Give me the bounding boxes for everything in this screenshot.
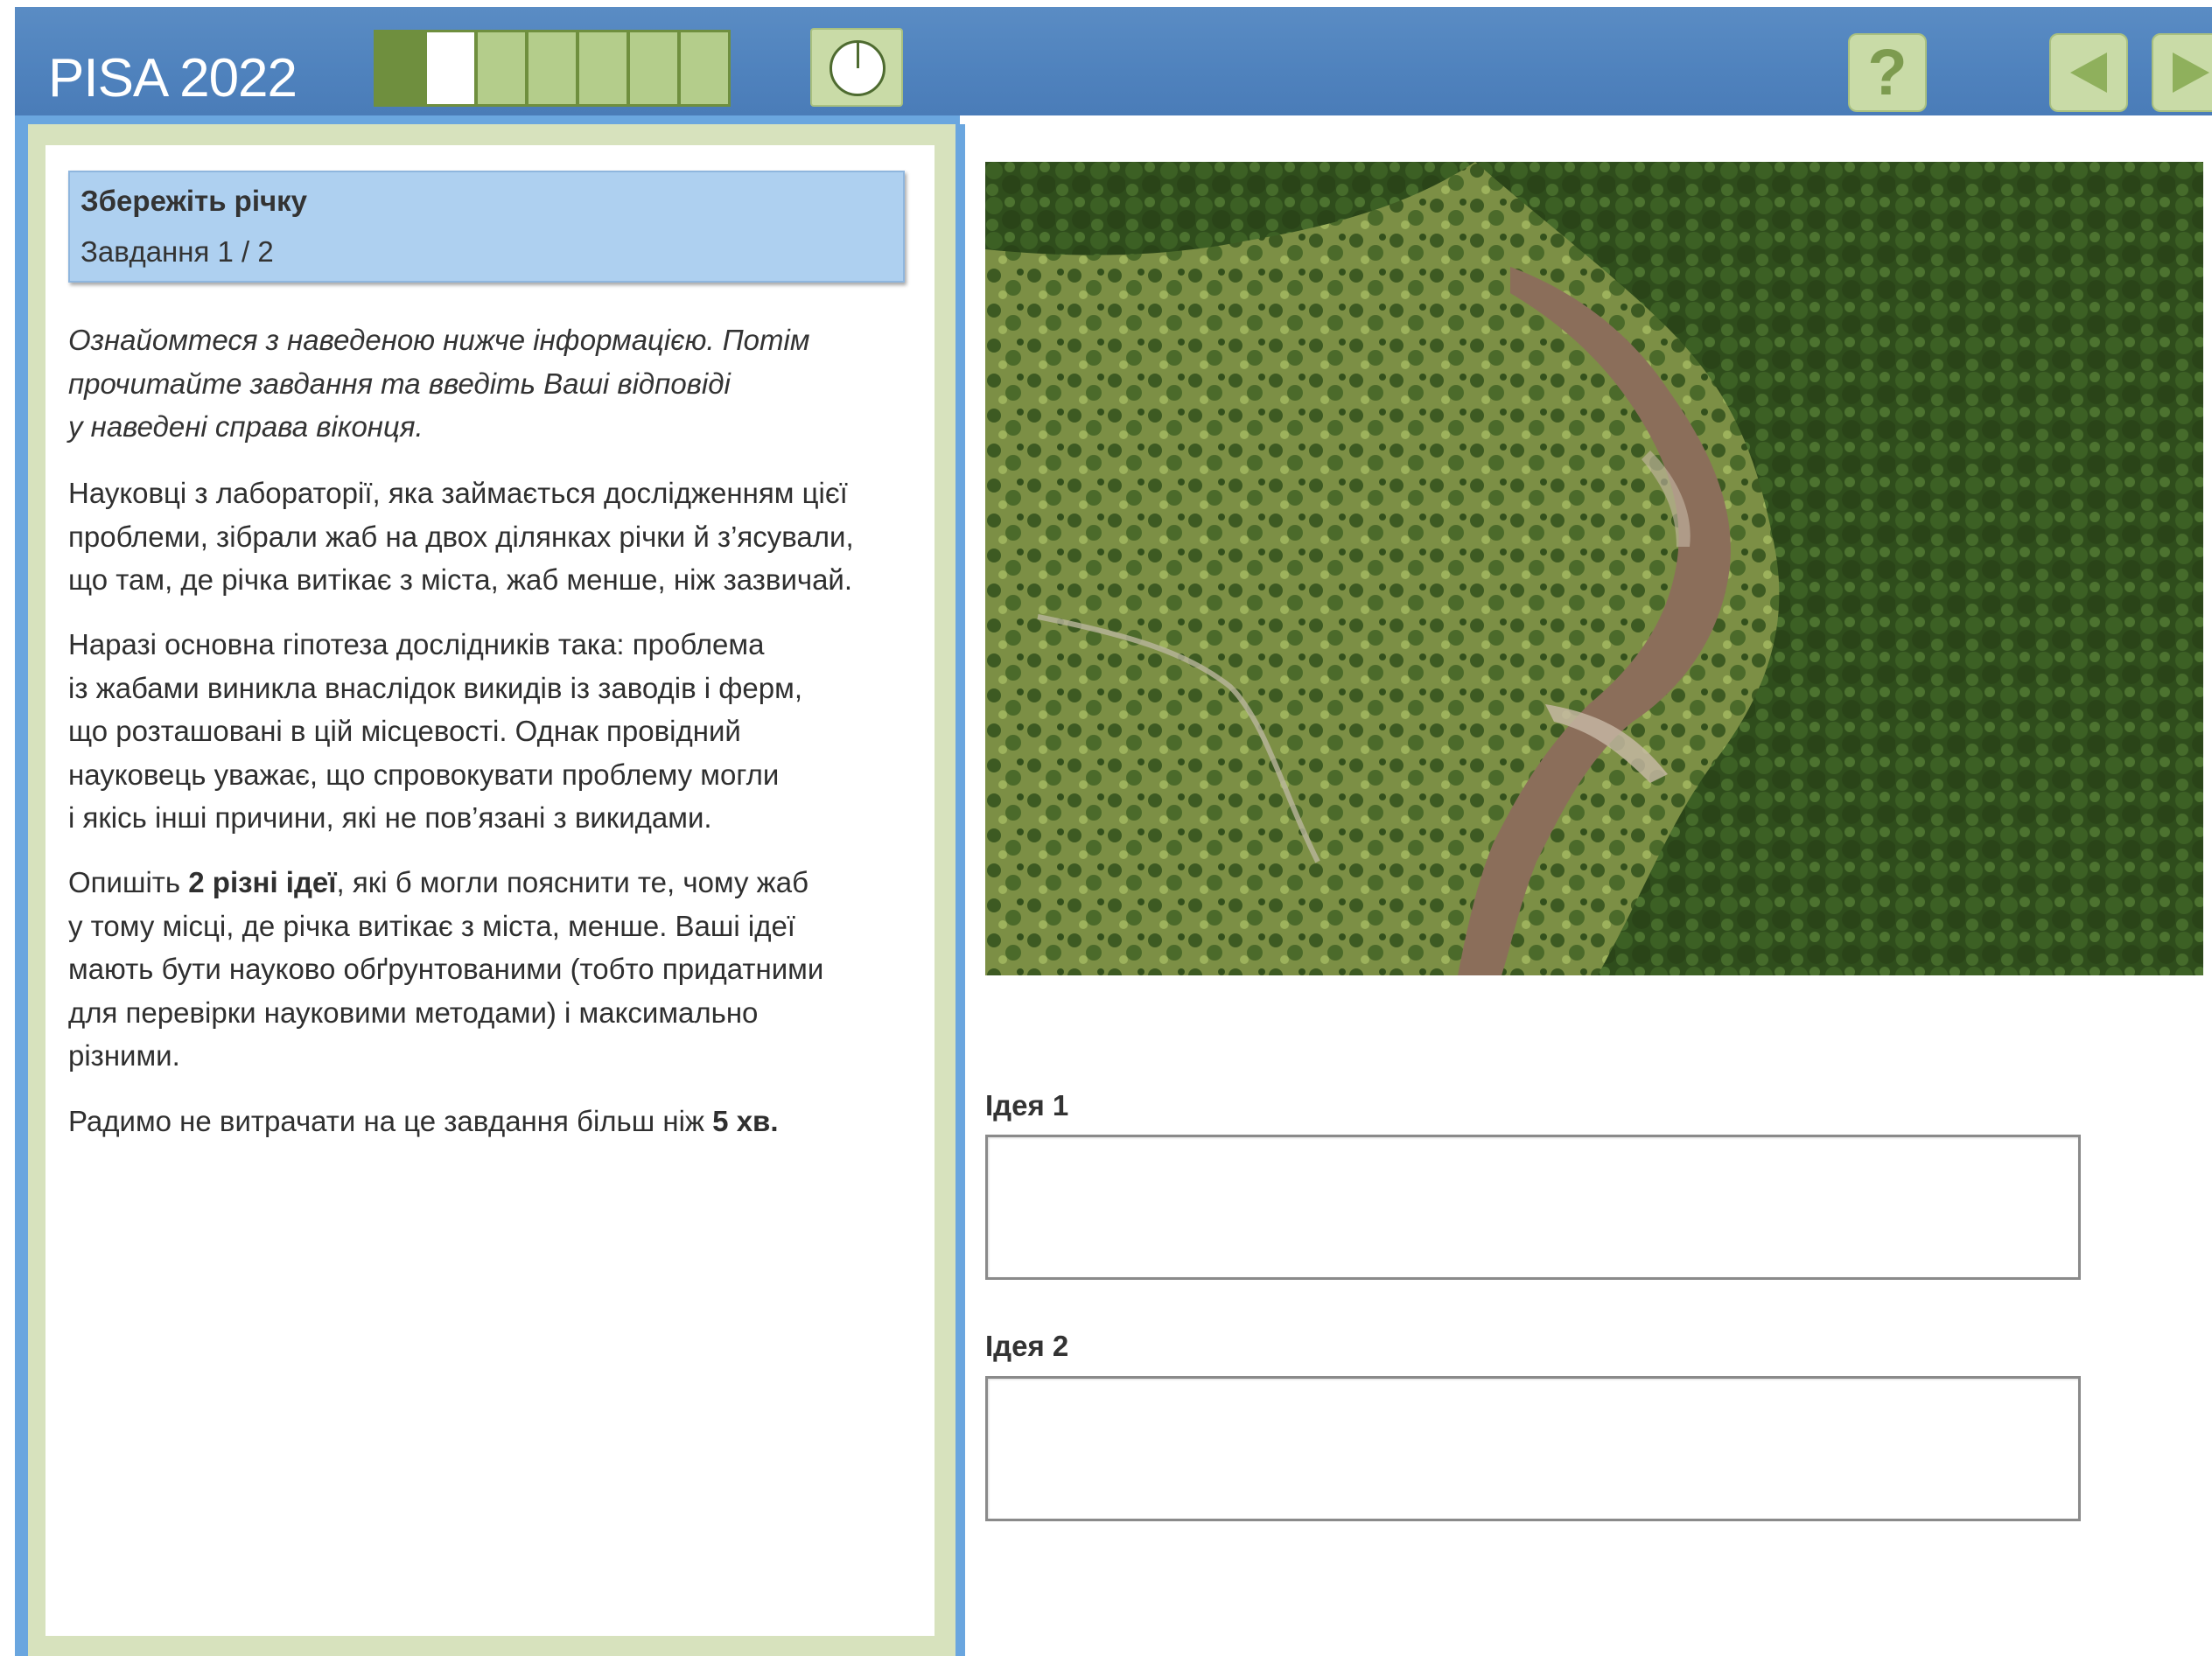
brand-title: PISA 2022 — [48, 48, 298, 108]
instructions-line: прочитайте завдання та введіть Ваші відп… — [68, 367, 731, 400]
paragraph-line: науковець уважає, що спровокувати пробле… — [68, 758, 780, 791]
paragraph-line: у тому місці, де річка витікає з міста, … — [68, 909, 795, 942]
task-counter: Завдання 1 / 2 — [80, 235, 274, 268]
question-text: , які б могли пояснити те, чому жаб — [336, 866, 808, 898]
idea-2-label: Ідея 2 — [985, 1330, 1069, 1362]
paragraph-line: що там, де річка витікає з міста, жаб ме… — [68, 563, 853, 596]
paragraph-line: Опишіть 2 різні ідеї, які б могли поясни… — [68, 861, 934, 905]
paragraph-line: що розташовані в цій місцевості. Однак п… — [68, 715, 741, 747]
clock-icon — [830, 40, 886, 96]
top-toolbar: PISA 2022 ? — [15, 7, 2212, 115]
paragraph-line: Наразі основна гіпотеза дослідників така… — [68, 628, 765, 660]
paragraph-line: проблеми, зібрали жаб на двох ділянках р… — [68, 520, 854, 553]
stimulus-paragraph-1: Науковці з лабораторії, яка займається д… — [68, 472, 934, 602]
river-photo — [985, 162, 2203, 975]
arrow-left-icon — [2070, 52, 2107, 93]
paragraph-line: Радимо не витрачати на це завдання більш… — [68, 1100, 934, 1143]
time-advice-text: Радимо не витрачати на це завдання більш… — [68, 1105, 713, 1137]
time-limit: 5 хв. — [712, 1105, 779, 1137]
time-advice: Радимо не витрачати на це завдання більш… — [68, 1100, 934, 1143]
question-emphasis: 2 різні ідеї — [188, 866, 337, 898]
paragraph-line: і якісь інші причини, які не пов’язані з… — [68, 801, 712, 834]
idea-1-label: Ідея 1 — [985, 1089, 1069, 1121]
paragraph-line: для перевірки науковими методами) і макс… — [68, 996, 759, 1029]
instructions-line: Ознайомтеся з наведеною нижче інформаціє… — [68, 324, 810, 356]
progress-segment-2 — [427, 32, 474, 104]
pisa-window: PISA 2022 ? Збережіть річку Завдання 1 /… — [0, 0, 2212, 1656]
instructions-text: Ознайомтеся з наведеною нижче інформаціє… — [68, 318, 934, 449]
help-button[interactable]: ? — [1848, 33, 1927, 112]
progress-segment-1 — [376, 32, 424, 104]
column-divider — [956, 124, 965, 1656]
progress-segment-3 — [478, 32, 525, 104]
progress-segment-4 — [528, 32, 576, 104]
next-button[interactable] — [2152, 33, 2212, 112]
stimulus-paragraph-2: Наразі основна гіпотеза дослідників така… — [68, 623, 934, 840]
help-icon: ? — [1867, 36, 1908, 108]
arrow-right-icon — [2173, 52, 2209, 93]
progress-indicator — [374, 30, 731, 107]
previous-button[interactable] — [2049, 33, 2128, 112]
progress-segment-7 — [681, 32, 728, 104]
paragraph-line: із жабами виникла внаслідок викидів із з… — [68, 671, 802, 704]
paragraph-line: Науковці з лабораторії, яка займається д… — [68, 477, 848, 509]
task-title: Збережіть річку — [80, 185, 308, 217]
instructions-line: у наведені справа віконця. — [68, 410, 424, 443]
progress-segment-6 — [630, 32, 677, 104]
question-text: Опишіть — [68, 866, 189, 898]
paragraph-line: різними. — [68, 1039, 180, 1072]
timer-button[interactable] — [810, 28, 903, 107]
question-paragraph: Опишіть 2 різні ідеї, які б могли поясни… — [68, 861, 934, 1078]
progress-segment-5 — [579, 32, 626, 104]
task-header: Збережіть річку Завдання 1 / 2 — [68, 171, 905, 283]
idea-1-input[interactable] — [985, 1135, 2081, 1280]
idea-2-input[interactable] — [985, 1376, 2081, 1521]
river-aerial-image — [985, 162, 2203, 975]
paragraph-line: мають бути науково обґрунтованими (тобто… — [68, 953, 824, 985]
